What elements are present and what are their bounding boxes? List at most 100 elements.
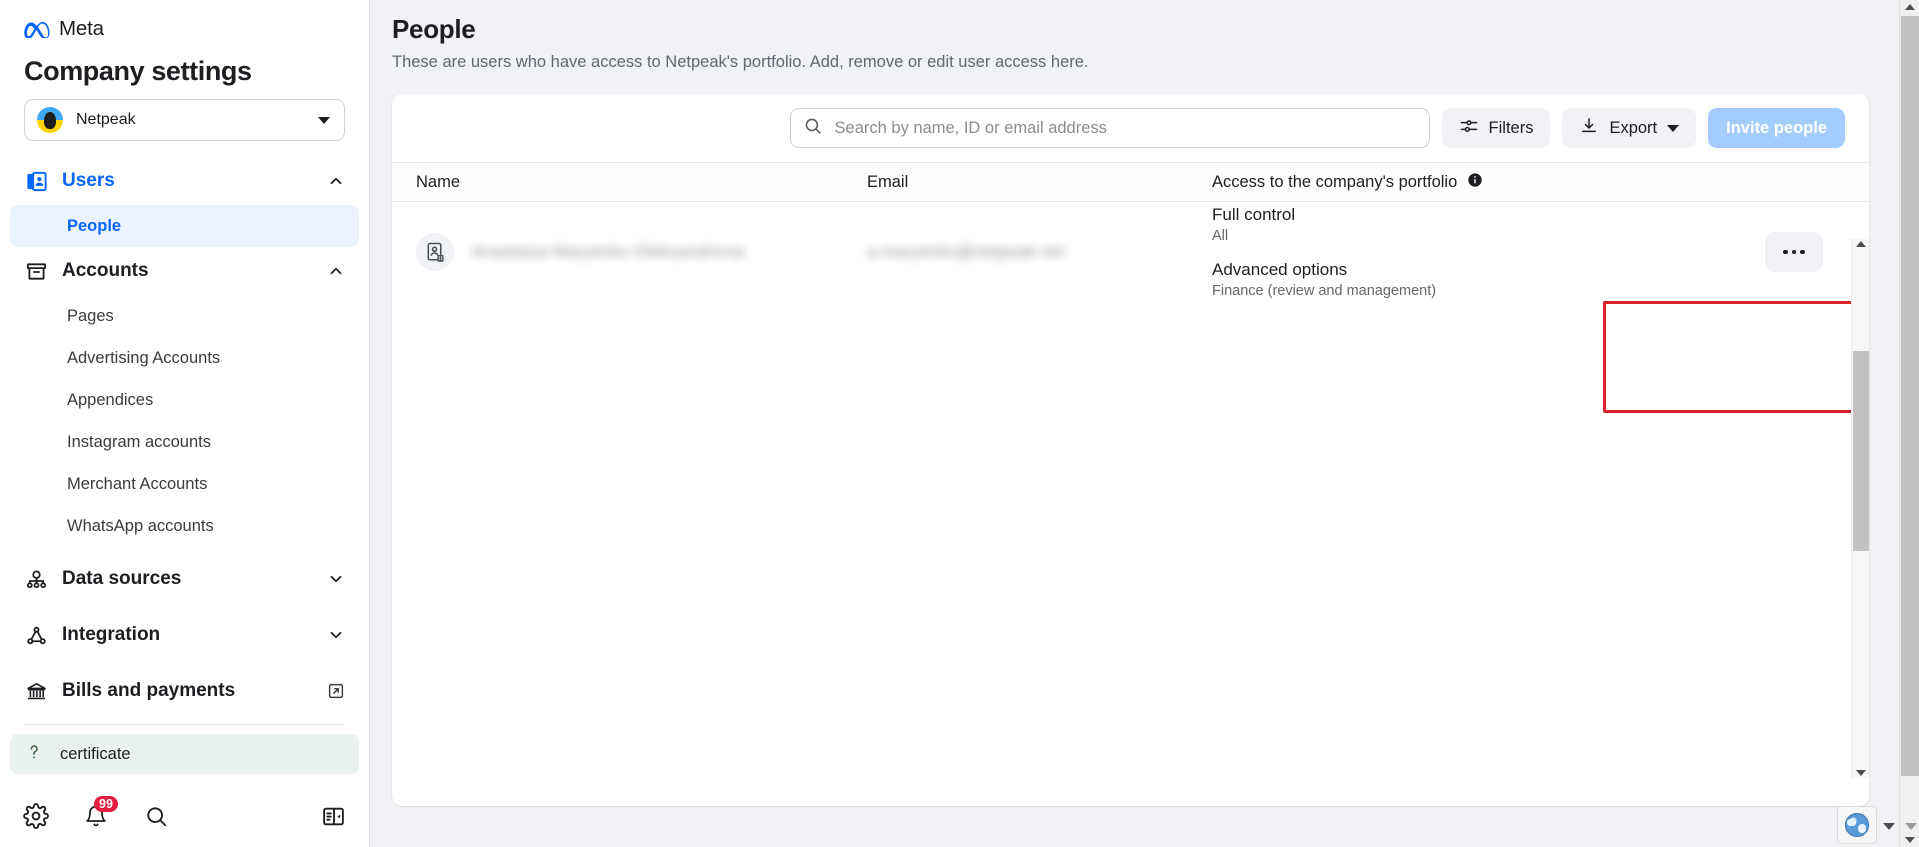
export-button-label: Export — [1609, 118, 1658, 137]
sidebar-group-label-integration: Integration — [62, 624, 161, 645]
notification-badge: 99 — [94, 796, 118, 812]
sidebar-item-whatsapp-accounts[interactable]: WhatsApp accounts — [10, 505, 359, 547]
sidebar-item-label-instagram-accounts: Instagram accounts — [67, 432, 211, 451]
access-secondary-label: Advanced options — [1212, 260, 1348, 279]
cell-access: Full control All Advanced options Financ… — [1212, 205, 1512, 299]
invite-people-button[interactable]: Invite people — [1708, 108, 1845, 148]
meta-brand: Meta — [24, 14, 345, 44]
column-header-access-label: Access to the company's portfolio — [1212, 172, 1458, 191]
netpeak-avatar-icon — [37, 107, 63, 133]
main-inner: People These are users who have access t… — [370, 0, 1919, 806]
integration-triangle-icon — [24, 623, 48, 647]
data-sources-node-icon — [24, 567, 48, 591]
sidebar-item-label-advertising-accounts: Advertising Accounts — [67, 348, 221, 367]
scroll-up-arrow-icon[interactable] — [1905, 4, 1915, 10]
bank-icon — [24, 679, 48, 703]
sidebar-item-appendices[interactable]: Appendices — [10, 379, 359, 421]
sidebar-item-label-appendices: Appendices — [67, 390, 154, 409]
account-selector-label: Netpeak — [76, 111, 136, 128]
chevron-up-icon — [327, 172, 345, 190]
page-title-company-settings: Company settings — [24, 56, 252, 86]
scroll-down-arrow-icon[interactable] — [1856, 770, 1866, 776]
gear-icon[interactable] — [22, 802, 50, 830]
bell-icon[interactable]: 99 — [82, 796, 118, 830]
table-header-row: Name Email Access to the company's portf… — [392, 162, 1869, 202]
sidebar-item-certificate[interactable]: certificate — [10, 734, 359, 774]
main-content: People These are users who have access t… — [370, 0, 1919, 847]
table-toolbar: Filters Export Invite people — [392, 94, 1869, 162]
sidebar-group-accounts[interactable]: Accounts — [0, 247, 369, 295]
chevron-down-icon — [327, 626, 345, 644]
access-secondary-value: Finance (review and management) — [1212, 283, 1437, 299]
meta-wordmark: Meta — [59, 17, 104, 40]
sidebar-item-pages[interactable]: Pages — [10, 295, 359, 337]
account-selector[interactable]: Netpeak — [24, 99, 345, 141]
question-mark-icon — [24, 742, 44, 767]
sidebar-item-instagram-accounts[interactable]: Instagram accounts — [10, 421, 359, 463]
scroll-down-arrow-icon[interactable] — [1905, 837, 1915, 843]
access-primary: Full control All — [1212, 205, 1512, 244]
sidebar-nav: Users People Accounts Pages Advertising … — [0, 157, 369, 785]
user-name-redacted: Anastasia Maryenko Oleksandrivna — [472, 242, 745, 261]
table-scrollbar-thumb[interactable] — [1853, 351, 1869, 551]
access-primary-value: All — [1212, 228, 1229, 244]
sidebar: Meta Company settings Netpeak Users Peop… — [0, 0, 370, 847]
status-caret-icon-2[interactable] — [1905, 823, 1917, 830]
sidebar-item-label-pages: Pages — [67, 306, 114, 325]
page-subtitle: These are users who have access to Netpe… — [392, 53, 1089, 71]
cell-name: Anastasia Maryenko Oleksandrivna — [392, 233, 867, 271]
sidebar-item-merchant-accounts[interactable]: Merchant Accounts — [10, 463, 359, 505]
sidebar-item-advertising-accounts[interactable]: Advertising Accounts — [10, 337, 359, 379]
archive-box-icon — [24, 259, 48, 283]
user-id-card-icon — [416, 233, 454, 271]
people-card: Filters Export Invite people — [392, 94, 1869, 806]
access-secondary: Advanced options Finance (review and man… — [1212, 260, 1512, 299]
sidebar-item-label-people: People — [67, 216, 122, 235]
sidebar-item-label-merchant-accounts: Merchant Accounts — [67, 474, 208, 493]
sidebar-group-integration[interactable]: Integration — [0, 611, 369, 659]
table-scrollbar[interactable] — [1851, 239, 1869, 778]
user-email-redacted: a.maryenko@netpeak.net — [867, 242, 1065, 261]
panel-collapse-icon[interactable] — [319, 802, 347, 830]
search-icon — [803, 116, 823, 141]
search-box[interactable] — [789, 108, 1430, 148]
sidebar-item-label-whatsapp-accounts: WhatsApp accounts — [67, 516, 214, 535]
chevron-down-icon — [1667, 124, 1680, 132]
filters-button-label: Filters — [1488, 118, 1534, 137]
users-badge-icon — [24, 169, 48, 193]
search-input[interactable] — [834, 118, 1417, 138]
info-circle-icon[interactable] — [1467, 172, 1483, 193]
column-header-email: Email — [867, 172, 909, 191]
column-header-access: Access to the company's portfolio — [1212, 172, 1483, 193]
chevron-down-icon — [327, 570, 345, 588]
sidebar-footer: 99 — [0, 785, 369, 847]
search-icon[interactable] — [142, 802, 170, 830]
table-row[interactable]: Anastasia Maryenko Oleksandrivna a.marye… — [392, 202, 1869, 302]
browser-status-globe[interactable] — [1837, 806, 1877, 844]
sidebar-group-data-sources[interactable]: Data sources — [0, 555, 369, 603]
globe-icon — [1845, 813, 1869, 837]
browser-scrollbar[interactable] — [1899, 0, 1919, 847]
export-button[interactable]: Export — [1562, 108, 1697, 148]
sidebar-group-label-accounts: Accounts — [62, 260, 149, 281]
sidebar-group-label-bills-and-payments: Bills and payments — [62, 680, 236, 701]
scroll-up-arrow-icon[interactable] — [1856, 241, 1866, 247]
filters-sliders-icon — [1459, 116, 1479, 141]
highlight-annotation-box — [1603, 301, 1869, 413]
sidebar-item-people[interactable]: People — [10, 205, 359, 247]
external-link-icon — [327, 682, 345, 700]
sidebar-item-label-certificate: certificate — [60, 744, 131, 763]
download-icon — [1579, 116, 1599, 141]
more-options-icon[interactable] — [1765, 232, 1823, 272]
browser-scrollbar-thumb[interactable] — [1901, 16, 1919, 776]
filters-button[interactable]: Filters — [1441, 108, 1551, 148]
sidebar-group-bills-and-payments[interactable]: Bills and payments — [0, 667, 369, 715]
chevron-up-icon — [327, 262, 345, 280]
sidebar-divider — [24, 724, 345, 725]
cell-email: a.maryenko@netpeak.net — [867, 243, 1212, 262]
app-root: Meta Company settings Netpeak Users Peop… — [0, 0, 1919, 847]
status-caret-icon-1[interactable] — [1883, 823, 1895, 830]
access-primary-label: Full control — [1212, 205, 1296, 224]
meta-infinity-logo-icon — [24, 21, 50, 39]
sidebar-group-users[interactable]: Users — [0, 157, 369, 205]
